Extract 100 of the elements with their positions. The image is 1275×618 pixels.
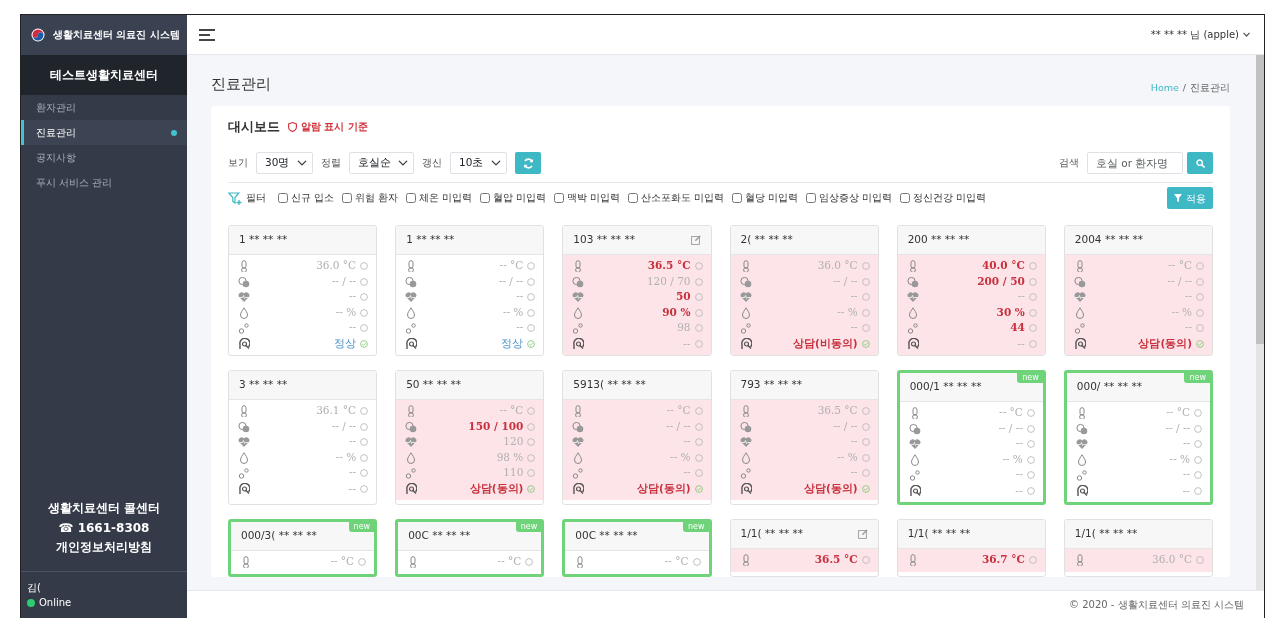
filter-checkbox[interactable] xyxy=(900,193,911,204)
room-patient-label: 00C ** ** ** xyxy=(408,528,471,544)
sidebar-item[interactable]: 환자관리 xyxy=(21,95,187,120)
patient-card[interactable]: 00C ** ** ** new -- °C xyxy=(395,519,545,577)
droplet-icon xyxy=(908,453,921,466)
dashboard-title: 대시보드 xyxy=(228,117,280,136)
heart-icon xyxy=(908,438,921,450)
patient-card[interactable]: 1 ** ** ** -- °C -- / -- -- -- % -- 정상 xyxy=(395,225,545,357)
patient-card[interactable]: 5913( ** ** ** -- °C -- / -- -- -- % -- 상담(동의) xyxy=(562,370,712,506)
checkbox-label[interactable]: 산소포화도 미입력 xyxy=(641,191,725,206)
patient-card[interactable]: 1/1( ** ** ** 36.0 °C xyxy=(1063,519,1213,577)
metric-value: -- / -- xyxy=(998,420,1023,436)
patient-card[interactable]: 00C ** ** ** new -- °C xyxy=(562,519,712,577)
metric-value: -- / -- xyxy=(331,273,357,289)
filter-checkbox[interactable] xyxy=(806,193,817,204)
patient-card[interactable]: 000/ ** ** ** new -- °C -- / -- -- -- % -- -- xyxy=(1063,370,1213,506)
patient-card[interactable]: 3 ** ** ** 36.1 °C -- / -- -- -- % -- -- xyxy=(228,370,378,506)
droplet-icon xyxy=(1073,306,1086,319)
patient-card[interactable]: 2004 ** ** ** -- °C -- / -- -- -- % -- 상담(동의) xyxy=(1063,225,1213,357)
metric-value: -- % xyxy=(837,449,858,465)
metric-value: 36.7 °C xyxy=(982,552,1025,568)
filter-checkbox[interactable] xyxy=(342,193,353,204)
active-dot xyxy=(171,129,177,136)
patient-card[interactable]: 000/1 ** ** ** new -- °C -- / -- -- -- % -- -- xyxy=(896,370,1046,506)
metric-value: 36.1 °C xyxy=(316,403,357,419)
user-menu[interactable]: ** ** ** 님 (apple) xyxy=(1150,27,1250,42)
sidebar-item[interactable]: 푸시 서비스 관리 xyxy=(21,170,187,195)
metric-value: -- xyxy=(516,289,524,305)
metric-value: 36.0 °C xyxy=(1152,552,1192,568)
new-badge: new xyxy=(348,522,375,533)
heart-icon xyxy=(1075,438,1088,450)
droplet-icon xyxy=(238,451,250,464)
filter-checkbox[interactable] xyxy=(732,193,743,204)
room-patient-label: 1 ** ** ** xyxy=(239,232,288,248)
filter-checkbox[interactable] xyxy=(480,193,491,204)
checkbox-label[interactable]: 정신건강 미입력 xyxy=(913,191,987,206)
alarm-criteria-link[interactable]: 알람 표시 기준 xyxy=(288,119,368,135)
droplet-icon xyxy=(739,451,752,464)
checkbox-label[interactable]: 맥박 미입력 xyxy=(567,191,621,206)
head-magnifier-icon xyxy=(1075,484,1088,497)
edit-icon xyxy=(857,529,868,540)
sidebar-item[interactable]: 공지사항 xyxy=(21,145,187,170)
metric-value: -- % xyxy=(670,449,691,465)
filter-checkbox[interactable] xyxy=(554,193,565,204)
patient-card[interactable]: 200 ** ** ** 40.0 °C 200 / 50 -- 30 % 44 -- xyxy=(896,225,1046,357)
checkbox-label[interactable]: 혈압 미입력 xyxy=(493,191,547,206)
room-patient-label: 200 ** ** ** xyxy=(907,232,970,248)
drops-icon xyxy=(908,469,921,481)
metric-value: 36.5 °C xyxy=(647,258,691,274)
search-field[interactable]: 호실 or 환자명 xyxy=(1087,152,1183,175)
filter-checkbox[interactable] xyxy=(406,193,417,204)
center-name: 테스트생활치료센터 xyxy=(50,67,158,84)
metric-value: -- xyxy=(850,320,858,336)
new-badge: new xyxy=(515,522,542,533)
patient-card[interactable]: 793 ** ** ** 36.5 °C -- / -- -- -- % -- 상담(동의) xyxy=(729,370,879,506)
head-magnifier-icon xyxy=(405,482,418,495)
checkbox-label[interactable]: 신규 입소 xyxy=(291,191,335,206)
checkbox-label[interactable]: 혈당 미입력 xyxy=(745,191,799,206)
menu-toggle[interactable] xyxy=(199,28,215,41)
sidebar-item[interactable]: 진료관리 xyxy=(21,120,187,145)
scrollbar[interactable] xyxy=(1256,55,1264,590)
metric-value: -- / -- xyxy=(498,273,524,289)
callcenter-phone: ☎ 1661-8308 xyxy=(58,519,150,537)
metric-value: -- °C xyxy=(664,554,689,570)
metric-value: 상담(동의) xyxy=(1138,335,1192,351)
refresh-button[interactable] xyxy=(515,152,541,175)
metric-value: 상담(동의) xyxy=(636,480,691,496)
patient-card[interactable]: 1 ** ** ** 36.0 °C -- / -- -- -- % -- 정상 xyxy=(228,225,378,357)
checkbox-label[interactable]: 체온 미입력 xyxy=(419,191,473,206)
metric-value: -- / -- xyxy=(1165,420,1190,436)
filter-checkbox[interactable] xyxy=(278,193,288,204)
head-magnifier-icon xyxy=(739,482,752,495)
metric-value: 30 % xyxy=(996,304,1025,320)
patient-card[interactable]: 000/3( ** ** ** new -- °C xyxy=(228,519,378,577)
dropdown[interactable]: 10초 xyxy=(450,152,507,175)
patient-card[interactable]: 1/1( ** ** ** 36.7 °C xyxy=(896,519,1046,577)
metric-value: -- xyxy=(1184,289,1192,305)
metric-value: -- °C xyxy=(1168,258,1192,274)
privacy-link[interactable]: 개인정보처리방침 xyxy=(56,537,152,557)
metric-value: 120 / 70 xyxy=(646,273,691,289)
metric-value: 120 xyxy=(503,434,524,450)
checkbox-label[interactable]: 위험 환자 xyxy=(355,191,399,206)
heart-icon xyxy=(238,291,250,303)
thermometer-icon xyxy=(238,260,250,272)
patient-card[interactable]: 2( ** ** ** 36.0 °C -- / -- -- -- % -- 상담(비동의) xyxy=(729,225,879,357)
patient-card[interactable]: 50 ** ** ** -- °C 150 / 100 120 98 % 110 상담(동의) xyxy=(395,370,545,506)
room-patient-label: 5913( ** ** ** xyxy=(573,377,646,393)
caret-icon xyxy=(1243,32,1250,37)
metric-value: -- xyxy=(516,320,524,336)
dropdown[interactable]: 호실순 xyxy=(349,152,414,175)
metric-value: 상담(비동의) xyxy=(793,335,858,351)
breadcrumb-current: 진료관리 xyxy=(1190,81,1230,96)
metric-value: -- °C xyxy=(999,405,1023,421)
search-button[interactable] xyxy=(1187,152,1213,175)
metric-value: -- °C xyxy=(499,258,524,274)
dropdown[interactable]: 30명 xyxy=(256,152,313,175)
filter-checkbox[interactable] xyxy=(628,193,639,204)
patient-card[interactable]: 103 ** ** ** 36.5 °C 120 / 70 50 90 % 98 -- xyxy=(562,225,712,357)
patient-card[interactable]: 1/1( ** ** ** 36.5 °C xyxy=(729,519,879,577)
checkbox-label[interactable]: 임상증상 미입력 xyxy=(819,191,893,206)
